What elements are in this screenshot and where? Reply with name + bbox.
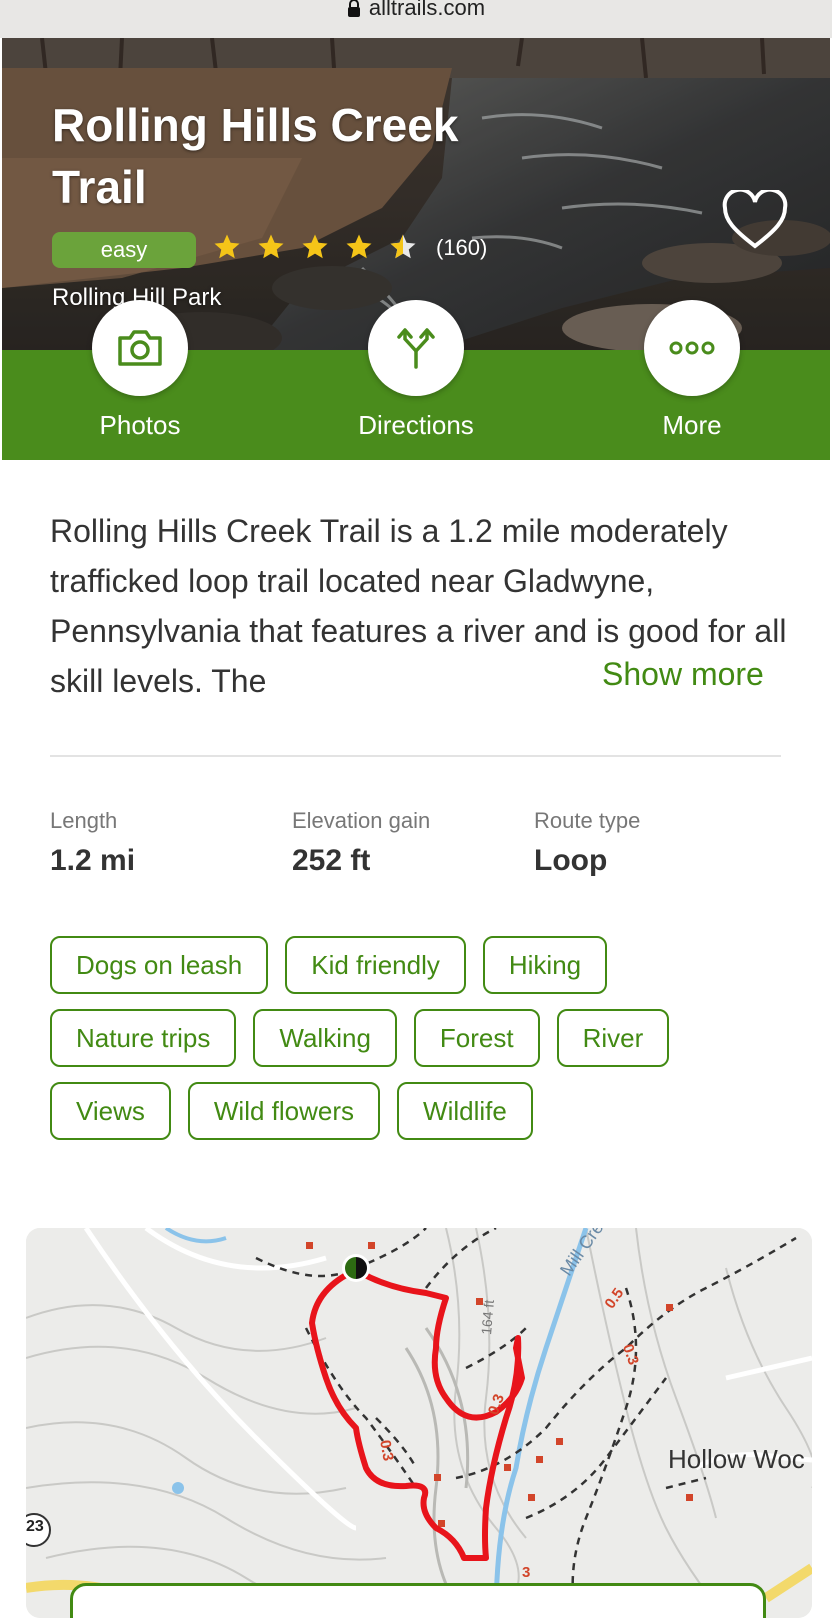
trail-tags: Dogs on leash Kid friendly Hiking Nature…	[50, 936, 790, 1155]
stat-route-value: Loop	[534, 844, 608, 877]
show-more-link[interactable]: Show more	[590, 656, 764, 693]
browser-url-bar[interactable]: alltrails.com	[0, 0, 832, 38]
tag-views[interactable]: Views	[50, 1082, 171, 1140]
directions-label: Directions	[358, 410, 474, 440]
tag-wild-flowers[interactable]: Wild flowers	[187, 1082, 381, 1140]
tag-wildlife[interactable]: Wildlife	[397, 1082, 533, 1140]
tag-dogs-on-leash[interactable]: Dogs on leash	[50, 936, 269, 994]
stat-length-label: Length	[50, 808, 118, 833]
map-canvas	[26, 1228, 812, 1618]
directions-icon	[368, 300, 464, 396]
star-icon	[258, 234, 284, 259]
half-star-icon	[390, 234, 416, 259]
star-rating	[212, 232, 418, 262]
map-overlay-button[interactable]	[70, 1583, 766, 1618]
tag-nature-trips[interactable]: Nature trips	[50, 1009, 237, 1067]
photos-label: Photos	[99, 410, 181, 440]
url-text: alltrails.com	[368, 0, 486, 20]
contour-label: 164 ft	[478, 1299, 497, 1336]
star-icon	[302, 234, 328, 259]
stat-length: Length 1.2 mi	[50, 808, 135, 878]
tag-hiking[interactable]: Hiking	[482, 936, 608, 994]
photos-button[interactable]: Photos	[40, 300, 240, 441]
tag-walking[interactable]: Walking	[253, 1009, 397, 1067]
mile-marker: 3	[522, 1564, 531, 1581]
heart-icon	[722, 187, 788, 249]
divider	[50, 755, 781, 757]
more-label: More	[662, 410, 722, 440]
lock-icon	[347, 0, 361, 17]
stat-elevation-value: 252 ft	[292, 844, 371, 877]
tag-kid-friendly[interactable]: Kid friendly	[285, 936, 466, 994]
stat-route-type: Route type Loop	[534, 808, 640, 878]
action-bar: Photos Directions More	[2, 300, 830, 460]
trail-title: Rolling Hills Creek Trail	[52, 99, 459, 213]
favorite-button[interactable]	[722, 187, 788, 250]
stat-length-value: 1.2 mi	[50, 844, 136, 877]
more-dots-icon	[644, 300, 740, 396]
stat-route-label: Route type	[534, 808, 641, 833]
star-icon	[346, 234, 372, 259]
tag-river[interactable]: River	[556, 1009, 670, 1067]
stat-elevation: Elevation gain 252 ft	[292, 808, 430, 878]
tag-forest[interactable]: Forest	[413, 1009, 540, 1067]
rating-count: (160)	[436, 235, 488, 260]
star-icon	[214, 234, 240, 259]
more-button[interactable]: More	[592, 300, 792, 441]
place-label: Hollow Woc	[668, 1444, 805, 1474]
directions-button[interactable]: Directions	[316, 300, 516, 441]
mile-marker: 0.3	[376, 1438, 397, 1463]
trail-map[interactable]: 23 Mill Cree 164 ft 0.5 0.3 0.3 0.3 3 Ho…	[26, 1228, 812, 1618]
difficulty-badge: easy	[52, 232, 196, 268]
camera-icon	[92, 300, 188, 396]
stat-elevation-label: Elevation gain	[292, 808, 431, 833]
route-number: 23	[26, 1518, 44, 1535]
